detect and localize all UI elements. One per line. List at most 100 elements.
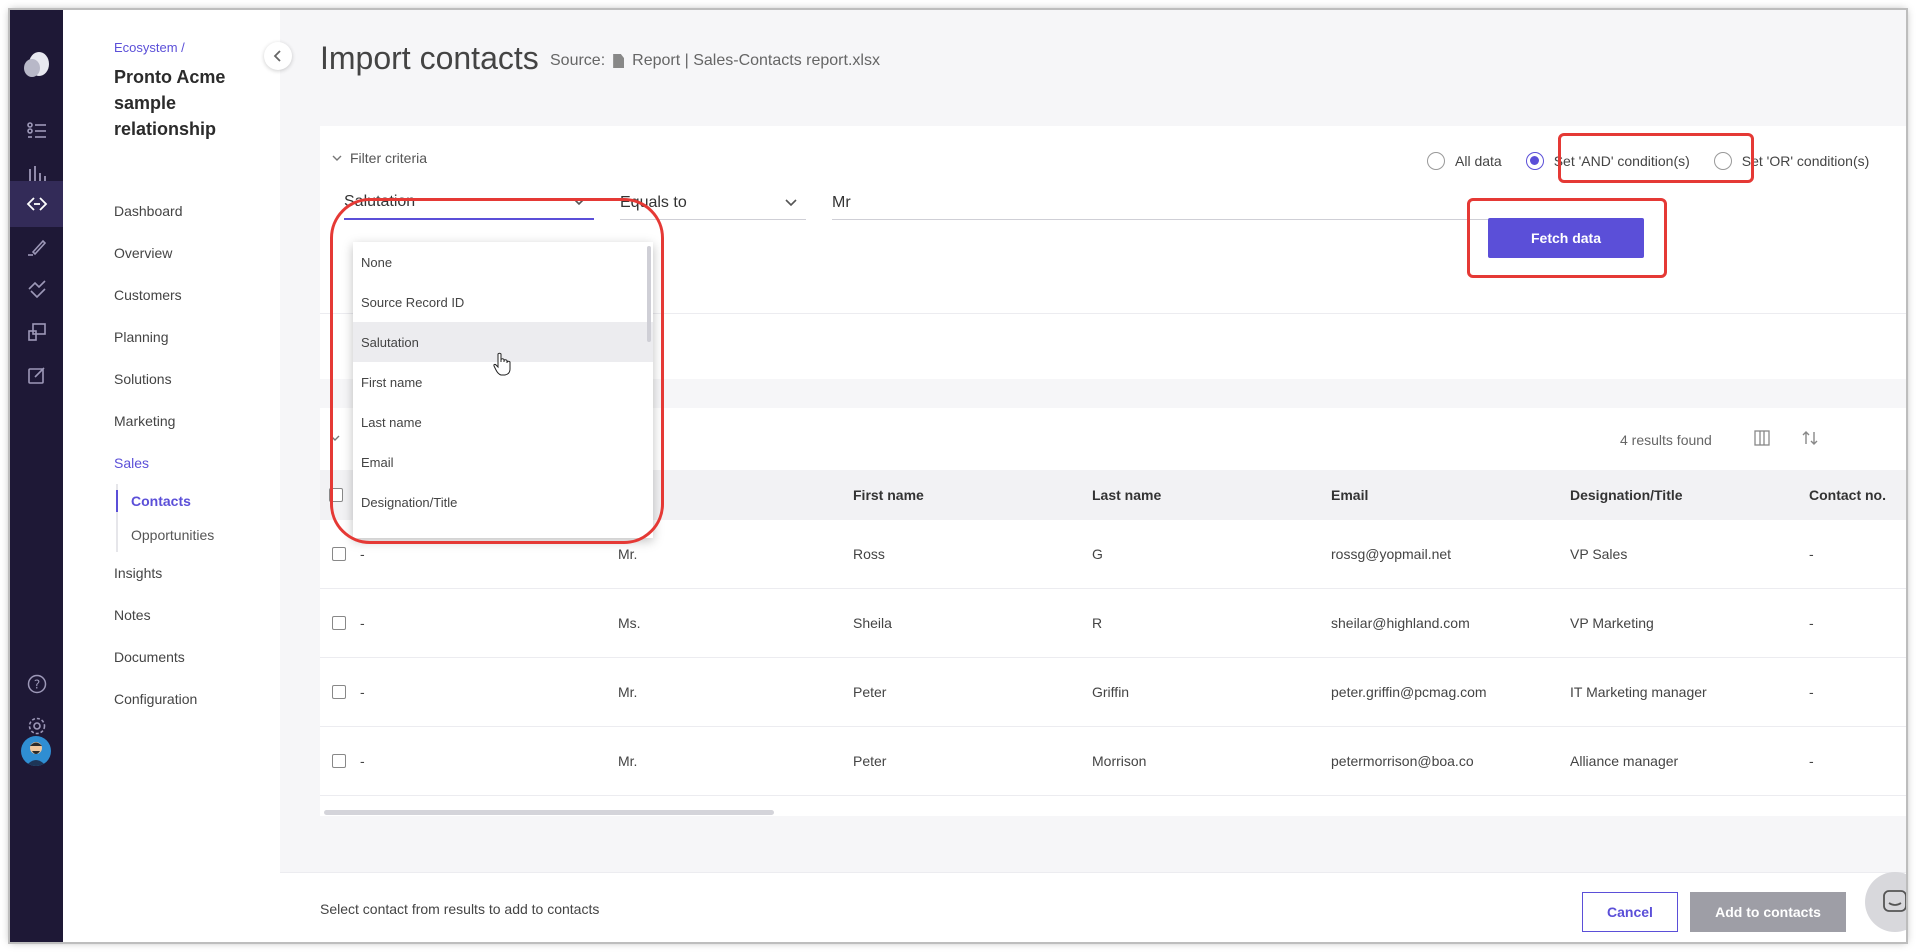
table-row[interactable]: - Ms. Sheila R sheilar@highland.com VP M… <box>320 589 1906 658</box>
breadcrumb[interactable]: Ecosystem / <box>114 40 185 55</box>
table-row[interactable]: - Mr. Peter Morrison petermorrison@boa.c… <box>320 727 1906 796</box>
sidebar-item-customers[interactable]: Customers <box>114 274 274 316</box>
filter-criteria-toggle[interactable]: Filter criteria <box>332 150 427 166</box>
cell-designation: VP Sales <box>1570 546 1628 562</box>
results-count: 4 results found <box>1620 432 1712 448</box>
sidebar-item-configuration[interactable]: Configuration <box>114 678 274 720</box>
tasks-icon[interactable] <box>10 108 63 154</box>
cell-id: - <box>360 753 365 769</box>
sidebar-item-dashboard[interactable]: Dashboard <box>114 190 274 232</box>
source-value: Report | Sales-Contacts report.xlsx <box>632 52 880 69</box>
column-header-first-name[interactable]: First name <box>853 487 924 503</box>
horizontal-scrollbar[interactable] <box>324 810 774 815</box>
cell-first-name: Peter <box>853 753 887 769</box>
app-window: ? Ecosystem / Pronto Acme sample relatio… <box>10 10 1906 942</box>
criteria-input[interactable]: Mr <box>832 186 1556 220</box>
radio-indicator <box>1525 152 1544 170</box>
cell-first-name: Ross <box>853 546 885 562</box>
sidebar-item-solutions[interactable]: Solutions <box>114 358 274 400</box>
cell-last-name: R <box>1092 615 1103 631</box>
ecosystem-icon[interactable] <box>10 181 63 227</box>
table-row[interactable]: - Mr. Peter Griffin peter.griffin@pcmag.… <box>320 658 1906 727</box>
footer-bar: Select contact from results to add to co… <box>280 872 1906 942</box>
row-checkbox[interactable] <box>332 754 346 768</box>
cell-salutation: Ms. <box>618 615 641 631</box>
column-header-contact-no[interactable]: Contact no. <box>1809 487 1886 503</box>
radio-label: Set 'OR' condition(s) <box>1741 153 1870 169</box>
icon-rail: ? <box>10 10 63 942</box>
pen-icon[interactable] <box>10 224 63 270</box>
row-checkbox[interactable] <box>332 685 346 699</box>
radio-all-data[interactable]: All data <box>1427 152 1502 170</box>
chevron-left-icon <box>273 50 281 62</box>
cell-designation: VP Marketing <box>1570 615 1654 631</box>
devices-icon[interactable] <box>10 309 63 355</box>
cell-email: petermorrison@boa.co <box>1331 753 1474 769</box>
user-avatar[interactable] <box>21 736 51 766</box>
sidebar-item-documents[interactable]: Documents <box>114 636 274 678</box>
column-header-email[interactable]: Email <box>1331 487 1368 503</box>
sidebar-item-sales[interactable]: Sales <box>114 442 274 484</box>
sidebar-item-overview[interactable]: Overview <box>114 232 274 274</box>
sidebar-item-marketing[interactable]: Marketing <box>114 400 274 442</box>
cell-id: - <box>360 615 365 631</box>
chevron-down-icon <box>332 155 342 161</box>
sidebar-item-insights[interactable]: Insights <box>114 552 274 594</box>
column-header-last-name[interactable]: Last name <box>1092 487 1161 503</box>
cell-salutation: Mr. <box>618 684 638 700</box>
cell-email: sheilar@highland.com <box>1331 615 1470 631</box>
fetch-data-button[interactable]: Fetch data <box>1488 218 1644 258</box>
brand-logo-icon[interactable] <box>22 50 50 78</box>
cell-email: peter.griffin@pcmag.com <box>1331 684 1487 700</box>
file-icon <box>613 54 625 68</box>
sales-subnav: Contacts Opportunities <box>116 484 274 552</box>
radio-indicator <box>1427 152 1445 170</box>
columns-icon[interactable] <box>1754 430 1770 446</box>
cell-first-name: Peter <box>853 684 887 700</box>
section-sidebar: Ecosystem / Pronto Acme sample relations… <box>63 10 280 942</box>
radio-label: All data <box>1455 153 1502 169</box>
criteria-input-value: Mr <box>832 193 851 211</box>
cell-id: - <box>360 684 365 700</box>
hand-cursor-icon <box>493 352 511 376</box>
help-icon[interactable]: ? <box>10 661 63 707</box>
cell-contact-no: - <box>1809 615 1814 631</box>
collapse-sidebar-button[interactable] <box>264 42 292 70</box>
chevron-down-icon <box>785 198 797 206</box>
filter-criteria-label: Filter criteria <box>350 150 428 166</box>
sidebar-nav: Dashboard Overview Customers Planning So… <box>114 190 274 720</box>
row-checkbox[interactable] <box>332 547 346 561</box>
cell-id: - <box>360 546 365 562</box>
cancel-button[interactable]: Cancel <box>1582 892 1678 932</box>
cell-contact-no: - <box>1809 753 1814 769</box>
sidebar-item-opportunities[interactable]: Opportunities <box>118 518 274 552</box>
chat-icon <box>1883 890 1906 912</box>
sidebar-item-notes[interactable]: Notes <box>114 594 274 636</box>
cell-contact-no: - <box>1809 684 1814 700</box>
svg-text:?: ? <box>33 678 39 692</box>
cell-designation: Alliance manager <box>1570 753 1679 769</box>
handshake-icon[interactable] <box>10 266 63 312</box>
cell-salutation: Mr. <box>618 546 638 562</box>
edit-icon[interactable] <box>10 352 63 398</box>
source-label: Source: <box>550 52 606 69</box>
column-header-designation[interactable]: Designation/Title <box>1570 487 1683 503</box>
add-to-contacts-button[interactable]: Add to contacts <box>1690 892 1846 932</box>
cell-last-name: Morrison <box>1092 753 1147 769</box>
cell-contact-no: - <box>1809 546 1814 562</box>
and-condition-highlight <box>1558 133 1754 183</box>
page-title: Import contacts <box>320 40 539 76</box>
sidebar-item-planning[interactable]: Planning <box>114 316 274 358</box>
cell-first-name: Sheila <box>853 615 892 631</box>
row-checkbox[interactable] <box>332 616 346 630</box>
cell-salutation: Mr. <box>618 753 638 769</box>
sidebar-item-contacts[interactable]: Contacts <box>116 484 274 518</box>
cell-last-name: Griffin <box>1092 684 1130 700</box>
cell-last-name: G <box>1092 546 1103 562</box>
cell-designation: IT Marketing manager <box>1570 684 1707 700</box>
sort-icon[interactable] <box>1802 430 1818 446</box>
source-info: Source: Report | Sales-Contacts report.x… <box>550 52 880 70</box>
cell-email: rossg@yopmail.net <box>1331 546 1452 562</box>
ecosystem-title: Pronto Acme sample relationship <box>114 67 226 139</box>
footer-message: Select contact from results to add to co… <box>320 901 600 917</box>
